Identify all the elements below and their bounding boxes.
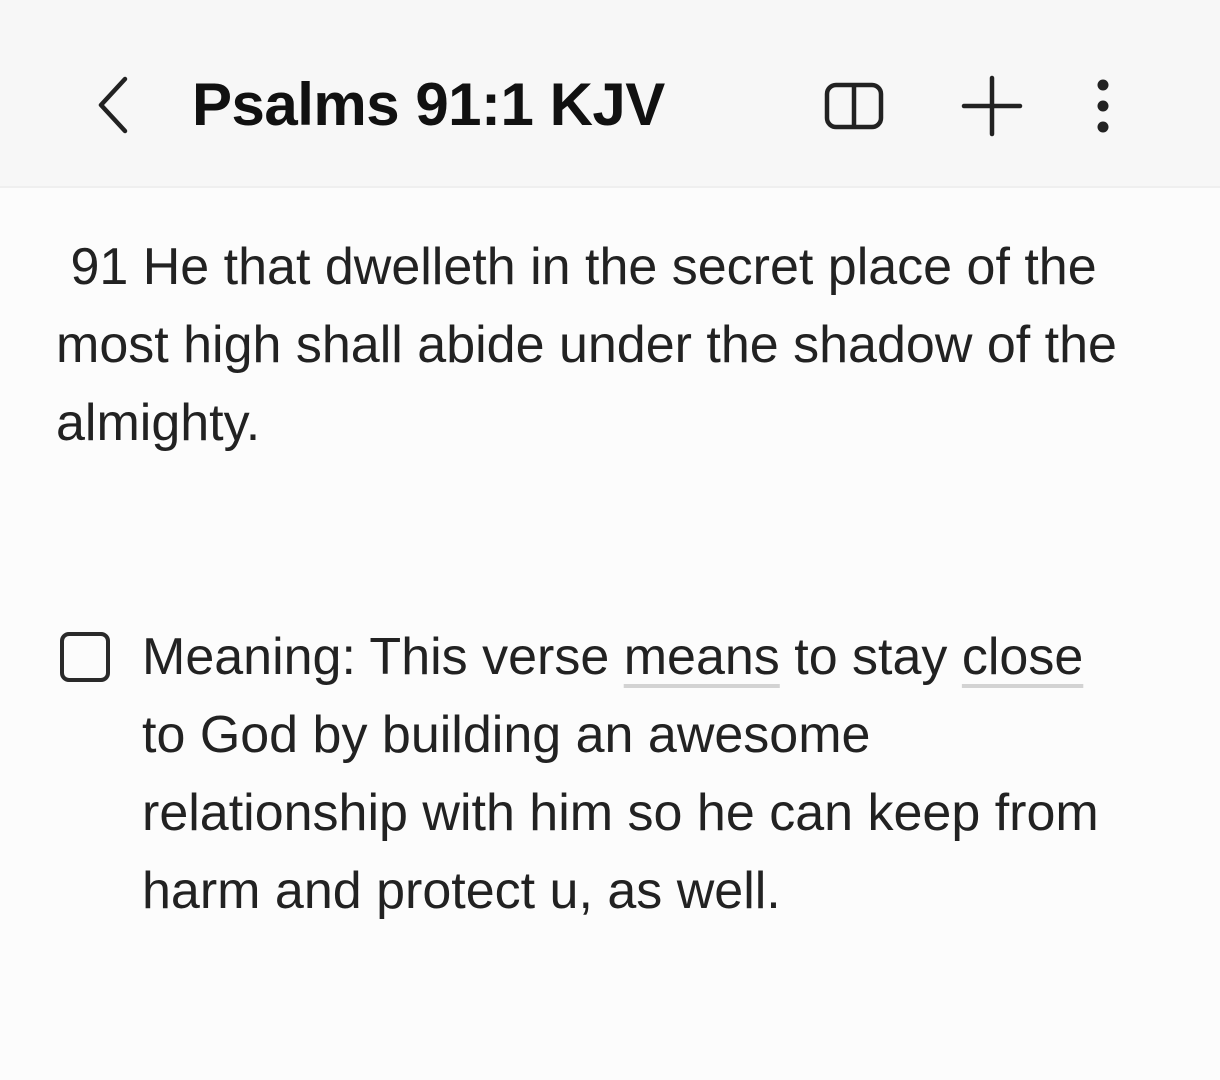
checklist-segment: Meaning: This verse: [142, 628, 624, 686]
spellcheck-word[interactable]: close: [962, 628, 1083, 686]
page-title: Psalms 91:1 KJV: [192, 71, 665, 138]
reading-mode-button[interactable]: [812, 66, 896, 146]
more-vertical-icon: [1097, 79, 1109, 133]
checklist-segment: to stay: [779, 628, 962, 686]
app-bar: Psalms 91:1 KJV: [0, 0, 1220, 188]
more-options-button[interactable]: [1078, 66, 1128, 146]
chevron-left-icon: [98, 76, 128, 134]
checklist-text[interactable]: Meaning: This verse means to stay close …: [142, 618, 1132, 930]
add-button[interactable]: [950, 66, 1034, 146]
checklist-segment: to God by building an awesome relationsh…: [142, 706, 1099, 920]
verse-text[interactable]: 91 He that dwelleth in the secret place …: [56, 228, 1156, 462]
checklist-item: Meaning: This verse means to stay close …: [56, 618, 1166, 930]
checkbox[interactable]: [60, 632, 110, 682]
plus-icon: [961, 75, 1023, 137]
spellcheck-word[interactable]: means: [624, 628, 780, 686]
back-button[interactable]: [78, 60, 148, 150]
reading-mode-icon: [824, 82, 884, 130]
